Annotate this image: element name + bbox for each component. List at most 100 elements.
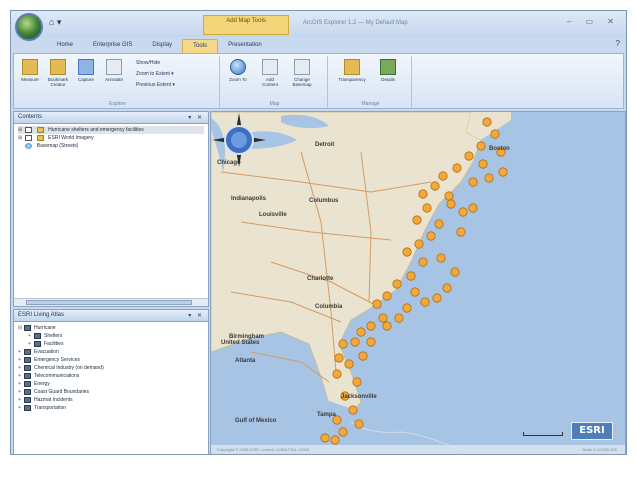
quick-access-toolbar[interactable]: ⌂ ▾ xyxy=(49,17,61,28)
contents-item-label: Hurricane shelters and emergency facilit… xyxy=(48,127,144,133)
shelter-marker xyxy=(446,199,456,209)
catalog-item[interactable]: + Energy xyxy=(18,380,204,388)
tab-presentation[interactable]: Presentation xyxy=(218,39,272,53)
shelter-marker xyxy=(482,117,492,127)
group-label-manage: Manage xyxy=(361,101,380,107)
contents-item[interactable]: ⊞ ESRI World Imagery xyxy=(18,134,204,142)
shelter-marker xyxy=(320,433,330,443)
checkbox[interactable] xyxy=(25,126,33,133)
catalog-item[interactable]: + Telecommunications xyxy=(18,372,204,380)
shelter-marker xyxy=(330,435,340,445)
catalog-item-label: Energy xyxy=(34,381,50,387)
map-status-bar: Copyright © 2009 ESRI, i-cubed, USDA FSA… xyxy=(211,445,625,454)
catalog-item-label: Hazmat Incidents xyxy=(34,397,73,403)
ribbon-group-map: Zoom To Add Content Change Basemap Map xyxy=(222,56,328,108)
shelter-marker xyxy=(468,177,478,187)
ribbon-group-explore: Measure Bookmark Creator Capture Annotat… xyxy=(16,56,220,108)
tab-tools[interactable]: Tools xyxy=(182,39,219,53)
catalog-panel-title: ESRI Living Atlas xyxy=(18,312,65,318)
contents-item-label: ESRI World Imagery xyxy=(48,135,94,141)
expand-icon[interactable]: ⊞ xyxy=(18,126,24,134)
add-content-button[interactable]: Add Content xyxy=(258,59,282,87)
tab-display[interactable]: Display xyxy=(142,39,182,53)
show-hide-button[interactable]: Show/Hide xyxy=(136,60,160,66)
zoom-to-button[interactable]: Zoom To xyxy=(226,59,250,82)
database-icon xyxy=(24,324,31,331)
shelter-marker xyxy=(338,427,348,437)
shelter-marker xyxy=(366,321,376,331)
database-icon xyxy=(34,332,41,339)
shelter-marker xyxy=(410,287,420,297)
horizontal-scrollbar[interactable] xyxy=(14,298,208,306)
change-basemap-button[interactable]: Change Basemap xyxy=(290,59,314,87)
shelter-marker xyxy=(402,247,412,257)
database-icon xyxy=(24,404,31,411)
title-bar: ⌂ ▾ Add Map Tools ArcGIS Explorer 1.2 — … xyxy=(11,11,626,41)
scale-text: Scale 1:10,000,000 xyxy=(582,447,617,452)
previous-extent-button[interactable]: Previous Extent ▾ xyxy=(136,82,175,88)
shelter-marker xyxy=(414,239,424,249)
annotate-button[interactable]: Annotate xyxy=(102,59,126,82)
database-icon xyxy=(24,396,31,403)
shelter-marker xyxy=(426,231,436,241)
contents-item[interactable]: ⊞ Hurricane shelters and emergency facil… xyxy=(18,126,204,134)
ribbon-tabs: Home Enterprise GIS Display Tools Presen… xyxy=(47,39,272,53)
app-menu-button[interactable] xyxy=(15,13,43,41)
catalog-item[interactable]: ⊟ Hurricane xyxy=(18,324,204,332)
window-controls[interactable]: – ▭ ✕ xyxy=(567,17,620,26)
transparency-icon xyxy=(344,59,360,75)
city-label: Columbus xyxy=(309,198,339,204)
transparency-button[interactable]: Transparency xyxy=(336,59,368,82)
details-button[interactable]: Details xyxy=(376,59,400,82)
catalog-item[interactable]: + Emergency Services xyxy=(18,356,204,364)
contextual-tab-header: Add Map Tools xyxy=(203,15,289,35)
shelter-marker xyxy=(394,313,404,323)
catalog-item-label: Emergency Services xyxy=(34,357,80,363)
shelter-marker xyxy=(442,283,452,293)
database-icon xyxy=(24,372,31,379)
shelter-marker xyxy=(434,219,444,229)
help-icon[interactable]: ? xyxy=(616,39,620,48)
catalog-item[interactable]: + Shelters xyxy=(18,332,204,340)
catalog-item[interactable]: + Facilities xyxy=(18,340,204,348)
navigation-compass[interactable] xyxy=(211,112,267,168)
tab-home[interactable]: Home xyxy=(47,39,83,53)
database-icon xyxy=(24,380,31,387)
map-view[interactable]: Boston Detroit Chicago Indianapolis Columbus… xyxy=(210,111,626,455)
catalog-item-label: Hurricane xyxy=(34,325,56,331)
shelter-marker xyxy=(352,377,362,387)
esri-logo: ESRI xyxy=(571,422,613,440)
catalog-item[interactable]: + Evacuation xyxy=(18,348,204,356)
checkbox[interactable] xyxy=(25,134,33,141)
catalog-item[interactable]: + Hazmat Incidents xyxy=(18,396,204,404)
layers-icon xyxy=(294,59,310,75)
shelter-marker xyxy=(338,339,348,349)
catalog-item[interactable]: + Transportation xyxy=(18,404,204,412)
contents-panel: Contents ▾ ✕ ⊞ Hurricane shelters and em… xyxy=(13,111,209,307)
measure-button[interactable]: Measure xyxy=(18,59,42,82)
shelter-marker xyxy=(382,321,392,331)
shelter-marker xyxy=(382,291,392,301)
ruler-icon xyxy=(22,59,38,75)
bookmark-creator-button[interactable]: Bookmark Creator xyxy=(46,59,70,87)
zoom-to-extent-button[interactable]: Zoom to Extent ▾ xyxy=(136,71,174,77)
capture-button[interactable]: Capture xyxy=(74,59,98,82)
shelter-marker xyxy=(356,327,366,337)
shelter-marker xyxy=(422,203,432,213)
catalog-item-label: Facilities xyxy=(44,341,64,347)
contents-item[interactable]: Basemap (Streets) xyxy=(18,142,204,150)
database-icon xyxy=(24,356,31,363)
shelter-marker xyxy=(392,279,402,289)
catalog-item[interactable]: + Coast Guard Boundaries xyxy=(18,388,204,396)
map-canvas[interactable] xyxy=(211,112,626,455)
shelter-marker xyxy=(348,405,358,415)
shelter-marker xyxy=(378,313,388,323)
catalog-item[interactable]: + Chemical Industry (on demand) xyxy=(18,364,204,372)
scrollbar-thumb[interactable] xyxy=(26,300,192,305)
tab-enterprise-gis[interactable]: Enterprise GIS xyxy=(83,39,142,53)
city-label: Louisville xyxy=(259,212,287,218)
catalog-panel-controls[interactable]: ▾ ✕ xyxy=(188,312,204,319)
shelter-marker xyxy=(402,303,412,313)
contents-panel-controls[interactable]: ▾ ✕ xyxy=(188,114,204,121)
expand-icon[interactable]: ⊞ xyxy=(18,134,24,142)
